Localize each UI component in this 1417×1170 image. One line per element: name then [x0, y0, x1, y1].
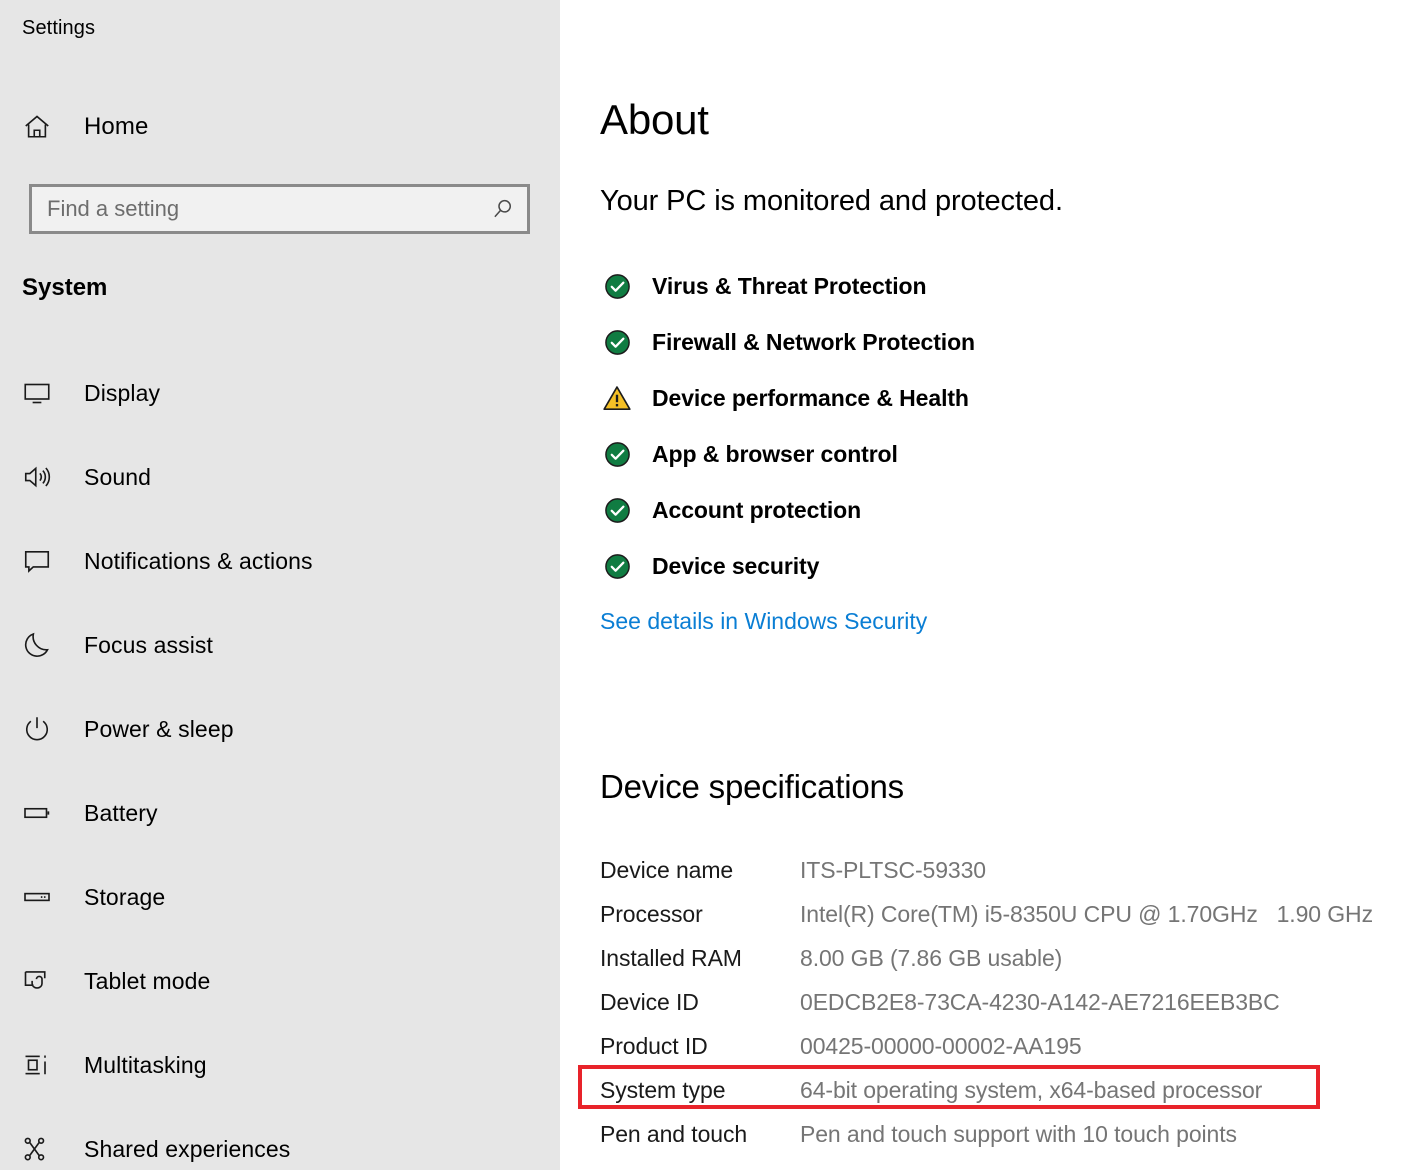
sidebar-item-tablet-mode-label: Tablet mode — [84, 968, 210, 995]
warning-triangle-icon — [600, 385, 634, 411]
security-item-label: Account protection — [652, 497, 861, 524]
security-item-device-performance-health[interactable]: Device performance & Health — [600, 370, 1360, 426]
sidebar-item-sound-label: Sound — [84, 464, 151, 491]
check-circle-icon — [600, 553, 634, 580]
security-item-device-security[interactable]: Device security — [600, 538, 1360, 594]
security-item-account-protection[interactable]: Account protection — [600, 482, 1360, 538]
spec-key: Device name — [600, 857, 800, 884]
tablet-touch-icon — [22, 966, 68, 996]
settings-window: Settings Home System — [0, 0, 1417, 1170]
sidebar-item-notifications[interactable]: Notifications & actions — [0, 538, 560, 584]
sidebar-item-focus-assist-label: Focus assist — [84, 632, 213, 659]
spec-key: Installed RAM — [600, 945, 800, 972]
search-input[interactable] — [32, 187, 479, 231]
sidebar-item-sound[interactable]: Sound — [0, 454, 560, 500]
sidebar-item-storage[interactable]: Storage — [0, 874, 560, 920]
multitasking-icon — [22, 1050, 68, 1080]
spec-value: 00425-00000-00002-AA195 — [800, 1033, 1082, 1060]
sidebar-item-shared-experiences[interactable]: Shared experiences — [0, 1126, 560, 1170]
sidebar-item-display[interactable]: Display — [0, 370, 560, 416]
page-title: About — [600, 96, 709, 144]
home-icon — [22, 112, 68, 142]
check-circle-icon — [600, 273, 634, 300]
sidebar-item-battery-label: Battery — [84, 800, 158, 827]
spec-key: System type — [600, 1077, 800, 1104]
spec-row-pen-and-touch: Pen and touch Pen and touch support with… — [600, 1112, 1417, 1156]
search-icon[interactable] — [479, 196, 527, 222]
spec-row-product-id: Product ID 00425-00000-00002-AA195 — [600, 1024, 1417, 1068]
sidebar-item-multitasking[interactable]: Multitasking — [0, 1042, 560, 1088]
sidebar-section-header: System — [22, 274, 107, 302]
spec-value: ITS-PLTSC-59330 — [800, 857, 986, 884]
security-item-label: Virus & Threat Protection — [652, 273, 926, 300]
spec-key: Device ID — [600, 989, 800, 1016]
spec-value: Intel(R) Core(TM) i5-8350U CPU @ 1.70GHz… — [800, 901, 1373, 928]
sidebar-item-power-sleep-label: Power & sleep — [84, 716, 234, 743]
monitor-icon — [22, 378, 68, 408]
sidebar-item-display-label: Display — [84, 380, 160, 407]
security-item-app-browser-control[interactable]: App & browser control — [600, 426, 1360, 482]
spec-key: Product ID — [600, 1033, 800, 1060]
check-circle-icon — [600, 329, 634, 356]
sidebar-item-home[interactable]: Home — [0, 104, 560, 150]
security-item-label: Device performance & Health — [652, 385, 969, 412]
security-item-label: App & browser control — [652, 441, 898, 468]
main-content: About Your PC is monitored and protected… — [560, 0, 1417, 1170]
sidebar-item-multitasking-label: Multitasking — [84, 1052, 207, 1079]
spec-key: Processor — [600, 901, 800, 928]
spec-row-system-type: System type 64-bit operating system, x64… — [600, 1068, 1417, 1112]
see-details-windows-security-link[interactable]: See details in Windows Security — [600, 608, 927, 635]
spec-value: 0EDCB2E8-73CA-4230-A142-AE7216EEB3BC — [800, 989, 1280, 1016]
security-item-firewall-network-protection[interactable]: Firewall & Network Protection — [600, 314, 1360, 370]
app-title: Settings — [22, 17, 95, 40]
check-circle-icon — [600, 441, 634, 468]
chat-bubble-icon — [22, 546, 68, 576]
spec-key: Pen and touch — [600, 1121, 800, 1148]
power-icon — [22, 714, 68, 744]
sidebar-item-shared-experiences-label: Shared experiences — [84, 1136, 290, 1163]
speaker-icon — [22, 462, 68, 492]
status-headline: Your PC is monitored and protected. — [600, 185, 1063, 218]
sidebar-item-focus-assist[interactable]: Focus assist — [0, 622, 560, 668]
security-item-virus-threat-protection[interactable]: Virus & Threat Protection — [600, 258, 1360, 314]
sidebar: Settings Home System — [0, 0, 560, 1170]
sidebar-item-tablet-mode[interactable]: Tablet mode — [0, 958, 560, 1004]
spec-row-device-id: Device ID 0EDCB2E8-73CA-4230-A142-AE7216… — [600, 980, 1417, 1024]
security-status-list: Virus & Threat Protection Firewall & Net… — [600, 258, 1360, 594]
spec-row-installed-ram: Installed RAM 8.00 GB (7.86 GB usable) — [600, 936, 1417, 980]
sidebar-item-power-sleep[interactable]: Power & sleep — [0, 706, 560, 752]
drive-icon — [22, 882, 68, 912]
sidebar-item-storage-label: Storage — [84, 884, 165, 911]
spec-value: 64-bit operating system, x64-based proce… — [800, 1077, 1262, 1104]
sidebar-item-notifications-label: Notifications & actions — [84, 548, 313, 575]
spec-value: Pen and touch support with 10 touch poin… — [800, 1121, 1237, 1148]
spec-value: 8.00 GB (7.86 GB usable) — [800, 945, 1062, 972]
security-item-label: Device security — [652, 553, 819, 580]
security-item-label: Firewall & Network Protection — [652, 329, 975, 356]
moon-icon — [22, 630, 68, 660]
spec-row-device-name: Device name ITS-PLTSC-59330 — [600, 848, 1417, 892]
search-box[interactable] — [29, 184, 530, 234]
check-circle-icon — [600, 497, 634, 524]
share-nodes-icon — [22, 1134, 68, 1164]
spec-row-processor: Processor Intel(R) Core(TM) i5-8350U CPU… — [600, 892, 1417, 936]
sidebar-item-battery[interactable]: Battery — [0, 790, 560, 836]
device-specifications-table: Device name ITS-PLTSC-59330 Processor In… — [600, 848, 1417, 1156]
battery-icon — [22, 798, 68, 828]
device-specifications-title: Device specifications — [600, 768, 904, 806]
sidebar-item-home-label: Home — [84, 113, 148, 141]
